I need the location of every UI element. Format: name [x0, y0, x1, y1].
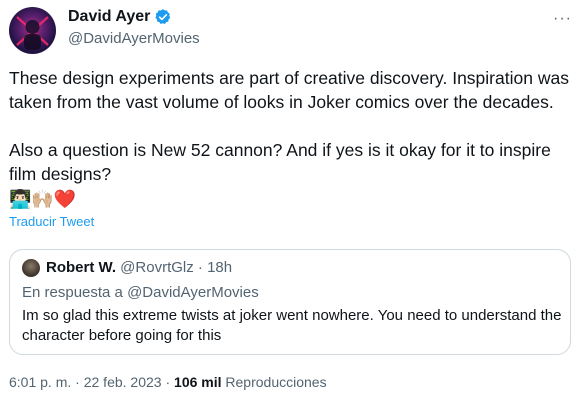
tweet-footer: 6:01 p. m. · 22 feb. 2023 · 106 mil Repr… — [9, 374, 327, 390]
author-avatar[interactable] — [9, 7, 56, 54]
author-name-row[interactable]: David Ayer — [68, 8, 172, 26]
translate-tweet-link[interactable]: Traducir Tweet — [9, 214, 94, 229]
raising-hands-emoji-icon: 🙌🏼 — [31, 189, 54, 209]
footer-separator: · — [165, 374, 171, 390]
red-heart-emoji-icon: ❤️ — [53, 189, 77, 209]
quoted-header: Robert W. @RovrtGlz · 18h — [46, 259, 232, 276]
views-label: Reproducciones — [225, 374, 327, 390]
quoted-separator: · — [197, 259, 203, 276]
avatar-image — [16, 16, 49, 50]
quoted-text: Im so glad this extreme twists at joker … — [22, 307, 562, 344]
quoted-reply-context: En respuesta a @DavidAyerMovies — [22, 284, 259, 301]
more-options-icon[interactable]: ··· — [553, 10, 572, 28]
author-handle[interactable]: @DavidAyerMovies — [68, 30, 200, 47]
tweet-time[interactable]: 6:01 p. m. — [9, 374, 71, 390]
tweet-text: These design experiments are part of cre… — [9, 66, 569, 186]
verified-badge-icon — [155, 9, 171, 24]
quoted-author-handle[interactable]: @RovrtGlz — [120, 259, 194, 276]
tweet-paragraph-2: Also a question is New 52 cannon? And if… — [9, 140, 551, 184]
quoted-tweet[interactable]: Robert W. @RovrtGlz · 18h En respuesta a… — [9, 249, 571, 355]
quoted-timestamp[interactable]: 18h — [207, 259, 232, 276]
quoted-author-avatar[interactable] — [22, 259, 40, 277]
quoted-author-name[interactable]: Robert W. — [46, 259, 116, 276]
author-name[interactable]: David Ayer — [68, 8, 150, 26]
tweet-paragraph-1: These design experiments are part of cre… — [9, 68, 569, 112]
footer-separator: · — [75, 374, 80, 390]
technologist-emoji-icon: 👨🏻‍💻 — [9, 189, 32, 209]
emoji-row: 👨🏻‍💻🙌🏼❤️ — [9, 188, 76, 210]
tweet-date[interactable]: 22 feb. 2023 — [84, 374, 162, 390]
views-count[interactable]: 106 mil — [174, 374, 221, 390]
